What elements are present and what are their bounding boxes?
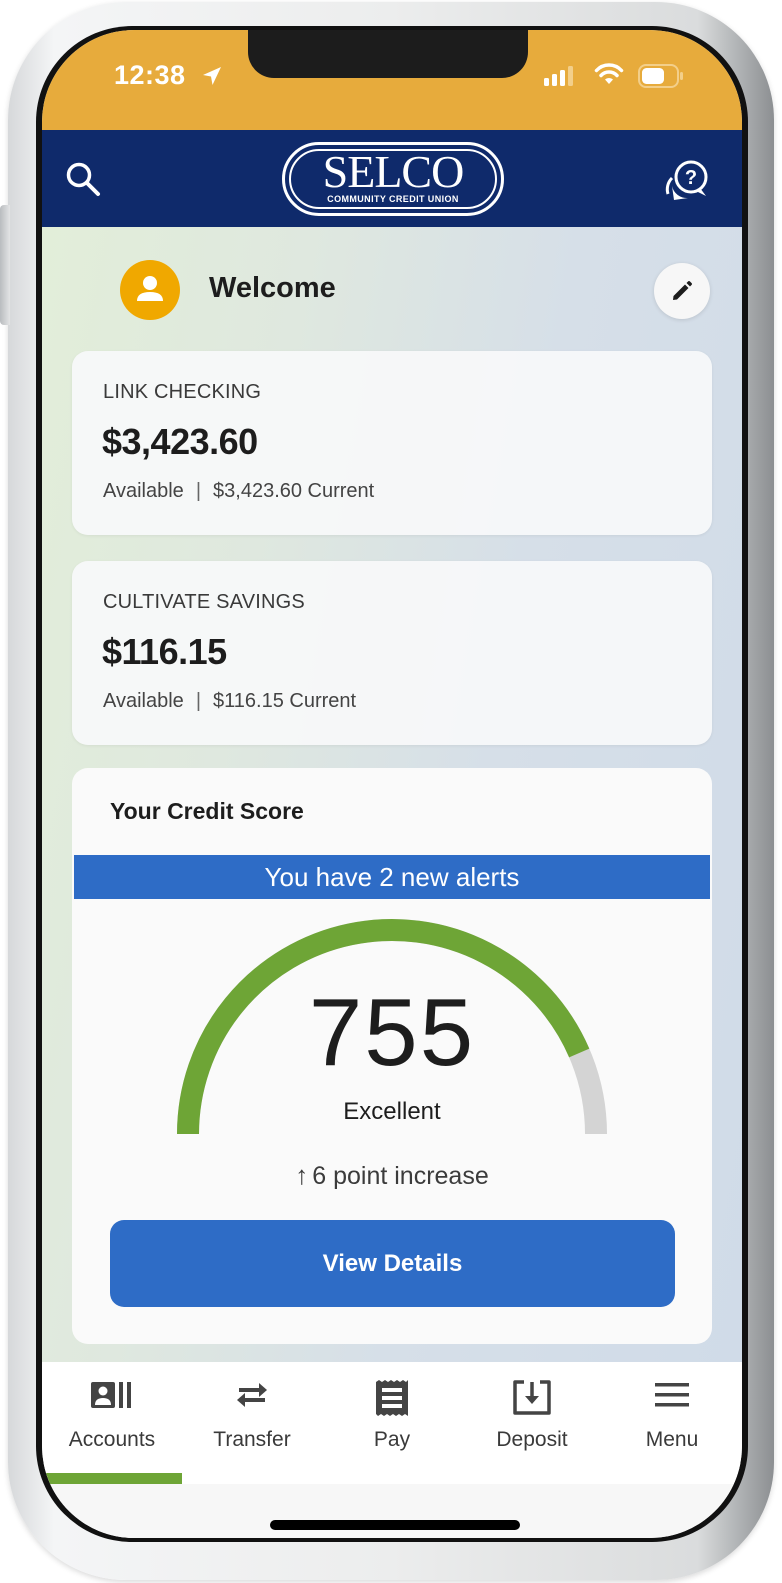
nav-menu[interactable]: Menu: [602, 1362, 742, 1484]
account-balance: $3,423.60: [102, 421, 258, 462]
score-change-text: 6 point increase: [312, 1162, 489, 1190]
svg-text:?: ?: [685, 167, 697, 189]
help-chat-icon: ?: [665, 160, 708, 200]
avatar[interactable]: [120, 260, 180, 320]
arrow-up-icon: ↑: [295, 1160, 309, 1190]
account-balance: $116.15: [102, 631, 227, 672]
account-card-savings[interactable]: CULTIVATE SAVINGS $116.15 Available | $116…: [72, 561, 712, 745]
credit-score-title: Your Credit Score: [110, 798, 304, 824]
content-area: Welcome LINK CHECKING $3,423.60 Availabl…: [42, 227, 742, 1362]
cellular-signal-icon: [544, 66, 573, 86]
app-header: SELCO COMMUNITY CREDIT UNION ?: [42, 130, 742, 227]
credit-score-rating: Excellent: [343, 1098, 441, 1125]
welcome-text: Welcome: [209, 272, 336, 304]
help-button[interactable]: ?: [664, 158, 710, 202]
location-arrow-icon: [203, 67, 221, 85]
nav-label: Pay: [373, 1428, 411, 1451]
pencil-icon: [673, 281, 692, 300]
active-tab-indicator: [42, 1473, 182, 1484]
accounts-icon: [91, 1382, 131, 1408]
nav-label: Transfer: [213, 1428, 291, 1451]
notch: [248, 30, 528, 78]
nav-deposit[interactable]: Deposit: [462, 1362, 602, 1484]
selco-logo: SELCO COMMUNITY CREDIT UNION: [282, 142, 504, 216]
phone-side-button: [0, 205, 10, 325]
separator: |: [195, 690, 202, 712]
alerts-banner[interactable]: You have 2 new alerts: [74, 855, 710, 899]
wifi-icon: [594, 63, 624, 84]
search-button[interactable]: [64, 160, 104, 200]
nav-label: Menu: [645, 1428, 699, 1451]
battery-icon: [638, 64, 683, 88]
current-balance: $3,423.60 Current: [213, 480, 375, 502]
welcome-row: Welcome: [120, 260, 720, 320]
separator: |: [195, 480, 202, 502]
nav-label: Deposit: [496, 1428, 568, 1451]
person-icon: [137, 276, 163, 301]
logo-inner-border: [289, 149, 497, 209]
status-time: 12:38: [114, 60, 186, 90]
nav-transfer[interactable]: Transfer: [182, 1362, 322, 1484]
status-bar: 12:38: [42, 30, 742, 130]
account-name: CULTIVATE SAVINGS: [103, 591, 305, 613]
transfer-arrows-icon: [237, 1383, 267, 1407]
current-balance: $116.15 Current: [213, 690, 357, 712]
account-card-checking[interactable]: LINK CHECKING $3,423.60 Available | $3,423…: [72, 351, 712, 535]
bottom-nav: Accounts Transfer Pay Deposit Menu: [42, 1362, 742, 1484]
score-change: ↑ 6 point increase: [72, 1160, 712, 1191]
edit-button[interactable]: [654, 263, 710, 319]
deposit-tray-icon: [513, 1380, 551, 1415]
account-detail: Available | $3,423.60 Current: [103, 480, 374, 503]
credit-score-card: Your Credit Score You have 2 new alerts …: [72, 768, 712, 1344]
view-details-button[interactable]: View Details: [110, 1220, 675, 1307]
credit-score-value: 755: [308, 979, 476, 1086]
phone-screen: 12:38 SELCO COMMUNITY CREDIT UNION ? Wel…: [42, 30, 742, 1538]
home-indicator[interactable]: [270, 1520, 520, 1530]
receipt-icon: [376, 1380, 408, 1416]
nav-label: Accounts: [68, 1428, 156, 1451]
account-detail: Available | $116.15 Current: [103, 690, 356, 713]
hamburger-menu-icon: [655, 1383, 689, 1407]
nav-pay[interactable]: Pay: [322, 1362, 462, 1484]
available-label: Available: [103, 690, 184, 712]
search-icon: [66, 162, 100, 196]
account-name: LINK CHECKING: [103, 381, 262, 403]
available-label: Available: [103, 480, 184, 502]
nav-accounts[interactable]: Accounts: [42, 1362, 182, 1484]
